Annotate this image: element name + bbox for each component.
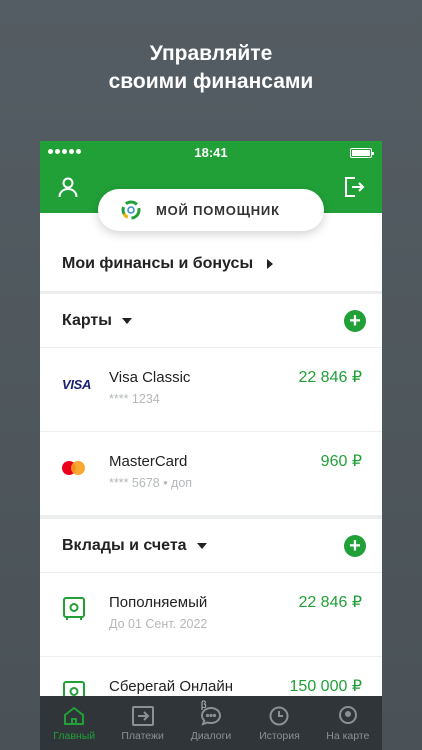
chevron-right-icon <box>267 259 274 269</box>
visa-logo-icon: VISA <box>62 376 92 392</box>
deposit-name: Пополняемый <box>109 594 208 611</box>
tab-dialogs[interactable]: β Диалоги <box>177 696 245 750</box>
add-deposit-button[interactable]: + <box>344 534 366 557</box>
tab-label: Платежи <box>121 730 164 742</box>
safe-icon <box>63 597 85 620</box>
card-item[interactable]: MasterCard **** 5678 • доп 960 ₽ <box>40 432 382 516</box>
tab-label: История <box>259 730 300 742</box>
card-name: Visa Classic <box>109 369 191 386</box>
card-number: **** 5678 • доп <box>109 476 193 490</box>
chevron-down-icon <box>121 317 132 324</box>
logout-icon[interactable] <box>342 175 366 199</box>
add-card-button[interactable]: + <box>344 309 366 332</box>
phone-screen: 18:41 МОЙ ПОМОЩНИК Мои финансы и бонусы <box>40 141 382 750</box>
cards-header[interactable]: Карты + <box>40 294 382 348</box>
home-icon <box>64 706 85 725</box>
assistant-logo-icon <box>121 200 141 220</box>
tab-label: На карте <box>326 730 370 742</box>
promo-line-2: своими финансами <box>108 70 314 93</box>
beta-badge: β <box>200 700 207 711</box>
transfer-icon <box>131 706 154 726</box>
profile-icon[interactable] <box>56 175 80 199</box>
deposits-header[interactable]: Вклады и счета + <box>40 519 382 573</box>
deposit-item[interactable]: Пополняемый До 01 Сент. 2022 22 846 ₽ <box>40 573 382 657</box>
tab-payments[interactable]: Платежи <box>108 696 176 750</box>
tab-label: Диалоги <box>190 730 232 742</box>
clock-icon <box>269 706 289 726</box>
battery-icon <box>350 148 374 158</box>
tab-label: Главный <box>53 730 96 742</box>
status-time: 18:41 <box>194 145 228 160</box>
mastercard-logo-icon <box>62 454 92 482</box>
map-pin-icon <box>338 706 357 724</box>
cards-title: Карты <box>62 311 112 329</box>
finance-label: Мои финансы и бонусы <box>62 255 254 272</box>
card-balance: 960 ₽ <box>320 453 362 470</box>
card-number: **** 1234 <box>109 392 160 406</box>
assistant-button[interactable]: МОЙ ПОМОЩНИК <box>98 189 324 231</box>
tab-map[interactable]: На карте <box>314 696 382 750</box>
promo-line-1: Управляйте <box>149 42 273 65</box>
deposit-name: Сберегай Онлайн <box>109 678 234 695</box>
card-name: MasterCard <box>109 453 188 470</box>
deposit-balance: 150 000 ₽ <box>289 678 362 695</box>
promo-headline: Управляйте своими финансами <box>0 40 422 96</box>
assistant-label: МОЙ ПОМОЩНИК <box>156 202 280 218</box>
cards-section: Карты + VISA Visa Classic **** 1234 22 8… <box>40 294 382 516</box>
tab-bar: Главный Платежи β Диалоги История На кар… <box>40 696 382 750</box>
chevron-down-icon <box>196 542 207 549</box>
main-content: Мои финансы и бонусы Карты + VISA Visa C… <box>40 213 382 741</box>
deposits-title: Вклады и счета <box>62 536 187 554</box>
deposit-term: До 01 Сент. 2022 <box>109 617 208 631</box>
card-balance: 22 846 ₽ <box>298 369 362 386</box>
tab-history[interactable]: История <box>245 696 313 750</box>
tab-home[interactable]: Главный <box>40 696 108 750</box>
card-item[interactable]: VISA Visa Classic **** 1234 22 846 ₽ <box>40 348 382 432</box>
deposit-balance: 22 846 ₽ <box>298 594 362 611</box>
status-bar: 18:41 <box>40 141 382 165</box>
